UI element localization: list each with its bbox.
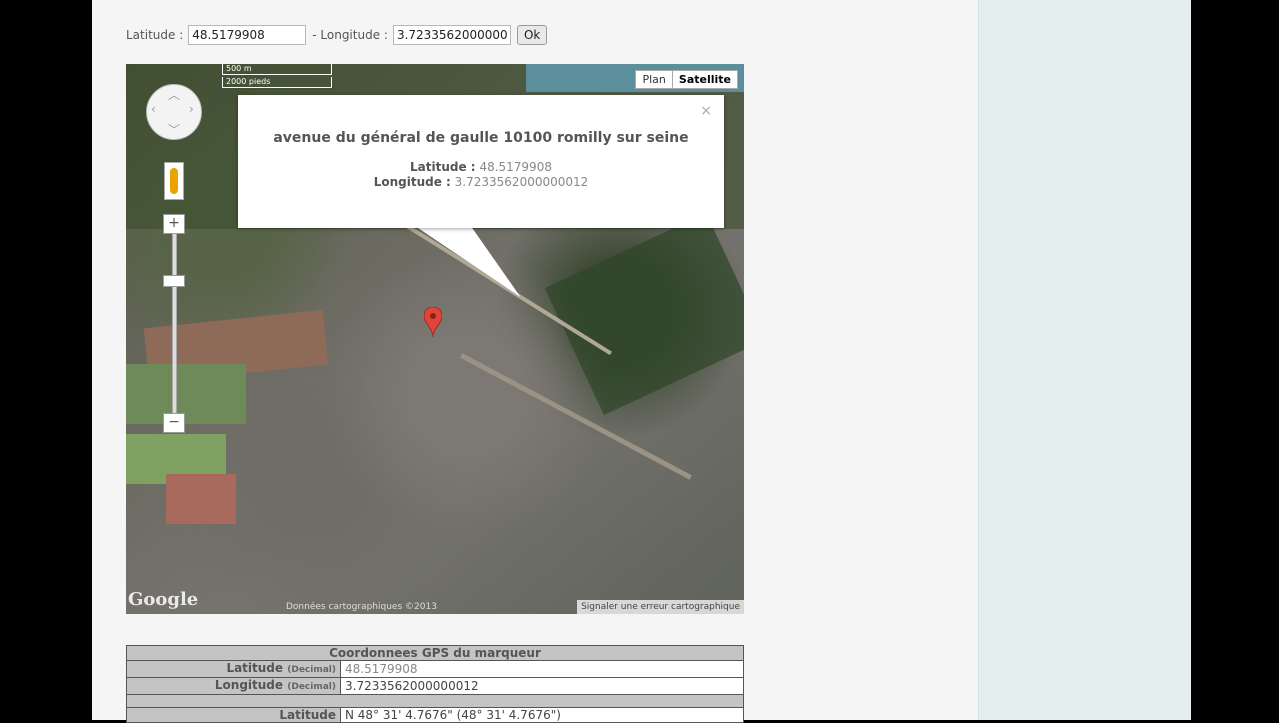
longitude-row-value: 3.7233562000000012 — [340, 677, 744, 695]
longitude-label: - Longitude : — [312, 28, 388, 42]
longitude-row-label: Longitude (Decimal) — [126, 677, 341, 695]
map-type-control: Plan Satellite — [635, 70, 738, 89]
latitude-label: Latitude : — [126, 28, 184, 42]
map-type-plan-button[interactable]: Plan — [636, 71, 671, 88]
latitude-row-value: 48.5179908 — [340, 660, 744, 678]
map-infowindow: × avenue du général de gaulle 10100 romi… — [238, 95, 724, 228]
forest-area — [544, 212, 744, 416]
infowindow-lat-value: 48.5179908 — [479, 160, 552, 174]
pan-right-icon[interactable]: › — [189, 102, 194, 116]
table-row: Latitude N 48° 31' 4.7676" (48° 31' 4.76… — [126, 707, 744, 723]
zoom-slider-thumb[interactable] — [163, 275, 185, 287]
dms-latitude-value: N 48° 31' 4.7676" (48° 31' 4.7676") — [340, 707, 744, 723]
scale-metric: 500 m — [222, 64, 332, 75]
street-view-pegman-icon[interactable] — [164, 162, 184, 200]
dms-latitude-label: Latitude — [126, 707, 341, 723]
infowindow-address: avenue du général de gaulle 10100 romill… — [273, 130, 689, 146]
field-patch — [126, 364, 246, 424]
map-scale: 500 m 2000 pieds — [222, 64, 332, 90]
pan-up-icon[interactable]: ︿ — [168, 86, 180, 103]
ok-button[interactable]: Ok — [516, 25, 548, 45]
table-row — [126, 694, 744, 708]
longitude-input[interactable] — [392, 25, 511, 45]
field-patch — [166, 474, 236, 524]
google-logo: Google — [128, 589, 199, 610]
infowindow-lat-label: Latitude : — [410, 160, 476, 174]
scale-imperial: 2000 pieds — [222, 77, 332, 88]
map-view[interactable]: 500 m 2000 pieds Plan Satellite ︿ ﹀ ‹ › … — [126, 64, 744, 614]
pan-left-icon[interactable]: ‹ — [151, 102, 156, 116]
table-row: Latitude (Decimal) 48.5179908 — [126, 660, 744, 678]
infowindow-tail — [416, 227, 521, 297]
gps-coordinates-table: Coordonnees GPS du marqueur Latitude (De… — [126, 645, 744, 723]
map-marker-icon[interactable] — [424, 307, 442, 337]
gps-table-title: Coordonnees GPS du marqueur — [126, 645, 744, 661]
close-icon[interactable]: × — [700, 103, 712, 119]
infowindow-lng-value: 3.7233562000000012 — [454, 175, 589, 189]
infowindow-lng-label: Longitude : — [373, 175, 451, 189]
zoom-out-button[interactable]: − — [163, 413, 185, 433]
pan-down-icon[interactable]: ﹀ — [168, 121, 180, 138]
infowindow-coordinates: Latitude : 48.5179908 Longitude : 3.7233… — [238, 160, 724, 190]
page: Latitude : - Longitude : Ok 500 m 2000 p… — [92, 0, 1191, 723]
right-sidebar — [978, 0, 1191, 720]
table-row: Longitude (Decimal) 3.7233562000000012 — [126, 677, 744, 695]
latitude-input[interactable] — [188, 25, 307, 45]
zoom-slider-track[interactable] — [172, 214, 177, 426]
main-content: Latitude : - Longitude : Ok 500 m 2000 p… — [92, 0, 978, 723]
map-attribution: Données cartographiques ©2013 — [286, 602, 437, 612]
map-type-satellite-button[interactable]: Satellite — [671, 71, 737, 88]
latitude-row-label: Latitude (Decimal) — [126, 660, 341, 678]
report-map-error-link[interactable]: Signaler une erreur cartographique — [577, 600, 744, 614]
coordinate-form: Latitude : - Longitude : Ok — [126, 22, 548, 48]
zoom-in-button[interactable]: + — [163, 214, 185, 234]
pan-control[interactable]: ︿ ﹀ ‹ › — [146, 84, 202, 140]
